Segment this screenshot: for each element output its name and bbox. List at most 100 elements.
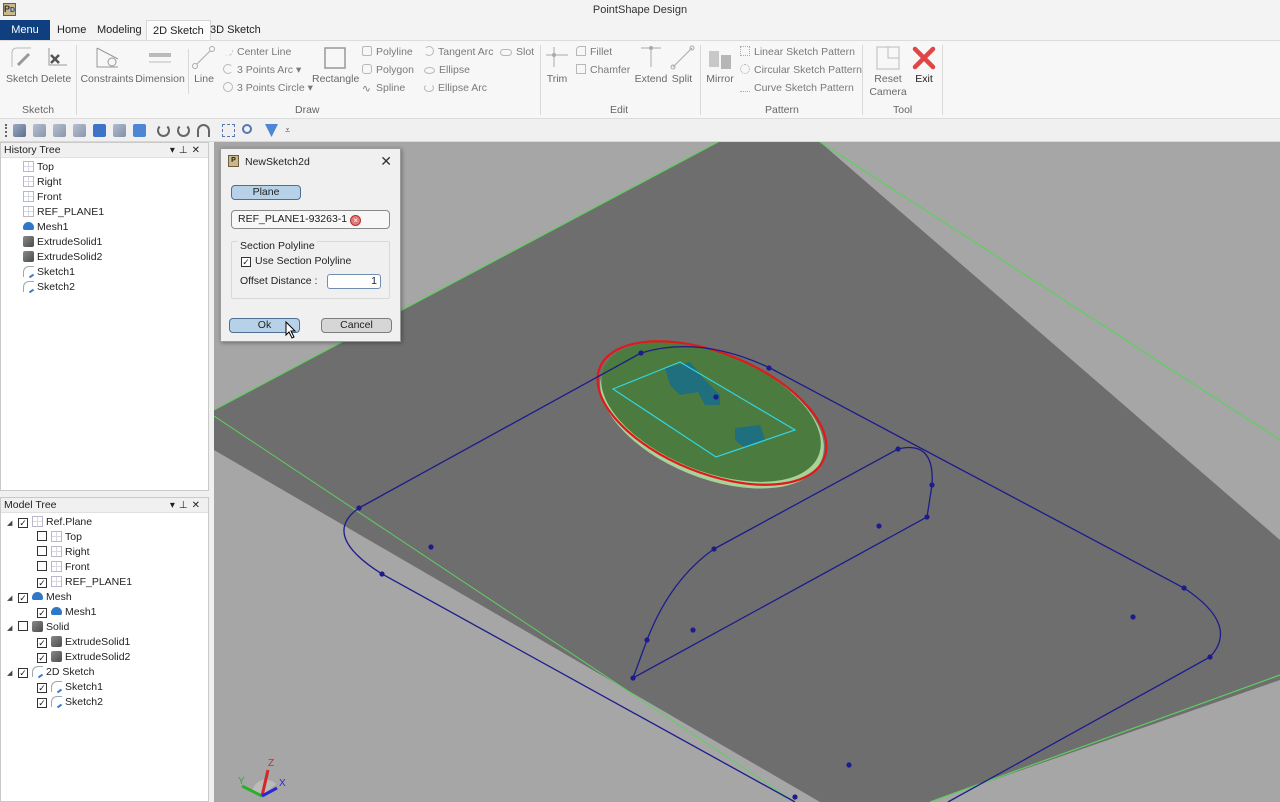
constraints-button[interactable]: Constraints <box>80 45 134 86</box>
sketch-point[interactable] <box>428 544 434 550</box>
toolbar-overflow-icon[interactable]: ⩡ <box>285 125 298 138</box>
dropdown-icon[interactable]: ▾ <box>170 145 179 156</box>
model-tree-item[interactable]: Front <box>37 560 90 575</box>
sketch-point[interactable] <box>846 762 852 768</box>
model-tree-item[interactable]: ◢ Solid <box>7 620 69 635</box>
toolbar-grip[interactable] <box>5 124 8 137</box>
checkbox-checked-icon[interactable]: ✓ <box>241 257 251 267</box>
plane-field[interactable]: REF_PLANE1-93263-1 × <box>231 210 390 229</box>
rotate-cw-icon[interactable] <box>157 124 170 137</box>
zoom-fit-icon[interactable] <box>222 124 235 137</box>
model-tree-item[interactable]: ✓ Sketch2 <box>37 695 103 710</box>
linear-sketch-pattern-button[interactable]: Linear Sketch Pattern <box>740 46 855 59</box>
model-tree-item[interactable]: ✓ ExtrudeSolid1 <box>37 635 130 650</box>
visibility-checkbox[interactable]: ✓ <box>37 608 47 618</box>
history-item[interactable]: Right <box>23 175 62 190</box>
extend-button[interactable]: Extend <box>634 45 668 86</box>
plane-button[interactable]: Plane <box>231 185 301 200</box>
display-mode-icon[interactable] <box>265 124 278 137</box>
visibility-checkbox[interactable]: ✓ <box>18 518 28 528</box>
split-button[interactable]: Split <box>670 45 695 86</box>
model-tree-item[interactable]: ✓ REF_PLANE1 <box>37 575 132 590</box>
circular-sketch-pattern-button[interactable]: Circular Sketch Pattern <box>740 64 862 77</box>
sketch-point[interactable] <box>711 546 717 552</box>
sketch-point[interactable] <box>924 514 930 520</box>
zoom-window-icon[interactable] <box>242 124 252 134</box>
slot-button[interactable]: Slot <box>500 46 534 59</box>
curve-sketch-pattern-button[interactable]: Curve Sketch Pattern <box>740 82 854 95</box>
tab-menu[interactable]: Menu <box>0 20 50 40</box>
sketch-point[interactable] <box>379 571 385 577</box>
visibility-checkbox[interactable]: ✓ <box>37 683 47 693</box>
dimension-button[interactable]: Dimension <box>135 45 185 86</box>
visibility-checkbox[interactable]: ✓ <box>37 653 47 663</box>
visibility-checkbox[interactable] <box>37 531 47 541</box>
sketch-point[interactable] <box>876 523 882 529</box>
close-icon[interactable]: ✕ <box>192 145 204 156</box>
sketch-point[interactable] <box>713 394 719 400</box>
exit-button[interactable]: Exit <box>910 45 938 86</box>
history-item[interactable]: Sketch1 <box>23 265 75 280</box>
sketch-point[interactable] <box>1130 614 1136 620</box>
tab-2d-sketch[interactable]: 2D Sketch <box>146 20 211 40</box>
view-back-icon[interactable] <box>73 124 86 137</box>
sketch-point[interactable] <box>630 675 636 681</box>
sketch-point[interactable] <box>638 350 644 356</box>
dropdown-icon[interactable]: ▾ <box>170 500 179 511</box>
chamfer-button[interactable]: Chamfer <box>576 64 630 77</box>
visibility-checkbox[interactable] <box>18 621 28 631</box>
model-tree-item[interactable]: ◢ ✓ Ref.Plane <box>7 515 92 530</box>
rotate-flip-icon[interactable] <box>197 124 210 137</box>
visibility-checkbox[interactable]: ✓ <box>18 593 28 603</box>
spline-button[interactable]: ∿ Spline <box>362 82 405 95</box>
view-bottom-icon[interactable] <box>33 124 46 137</box>
model-tree-item[interactable]: Top <box>37 530 82 545</box>
polygon-button[interactable]: Polygon <box>362 64 414 77</box>
history-item[interactable]: ExtrudeSolid2 <box>23 250 102 265</box>
visibility-checkbox[interactable]: ✓ <box>37 638 47 648</box>
model-tree-item[interactable]: ✓ Mesh1 <box>37 605 97 620</box>
history-item[interactable]: Sketch2 <box>23 280 75 295</box>
three-points-circle-button[interactable]: 3 Points Circle ▾ <box>223 82 313 95</box>
model-tree-item[interactable]: ✓ Sketch1 <box>37 680 103 695</box>
sketch-point[interactable] <box>1207 654 1213 660</box>
visibility-checkbox[interactable] <box>37 546 47 556</box>
view-right-icon[interactable] <box>113 124 126 137</box>
history-item[interactable]: REF_PLANE1 <box>23 205 104 220</box>
three-points-arc-button[interactable]: 3 Points Arc ▾ <box>223 64 301 77</box>
history-item[interactable]: Top <box>23 160 54 175</box>
pin-icon[interactable]: ⊥ <box>179 500 192 511</box>
reset-camera-button[interactable]: Reset Camera <box>868 45 908 99</box>
center-line-button[interactable]: Center Line <box>220 43 291 59</box>
sketch-point[interactable] <box>1181 585 1187 591</box>
view-left-icon[interactable] <box>93 124 106 137</box>
sketch-point[interactable] <box>644 637 650 643</box>
trim-button[interactable]: Trim <box>544 45 570 86</box>
clear-icon[interactable]: × <box>350 215 362 226</box>
view-iso-icon[interactable] <box>133 124 146 137</box>
offset-distance-input[interactable]: 1 <box>327 274 381 289</box>
view-front-icon[interactable] <box>53 124 66 137</box>
history-item[interactable]: ExtrudeSolid1 <box>23 235 102 250</box>
visibility-checkbox[interactable] <box>37 561 47 571</box>
sketch-point[interactable] <box>690 627 696 633</box>
visibility-checkbox[interactable]: ✓ <box>18 668 28 678</box>
cancel-button[interactable]: Cancel <box>321 318 392 333</box>
view-top-icon[interactable] <box>13 124 26 137</box>
sketch-point[interactable] <box>356 505 362 511</box>
history-item[interactable]: Front <box>23 190 62 205</box>
rotate-ccw-icon[interactable] <box>177 124 190 137</box>
tab-home[interactable]: Home <box>51 20 92 40</box>
ellipse-arc-button[interactable]: Ellipse Arc <box>424 82 487 95</box>
model-tree-item[interactable]: ◢ ✓ Mesh <box>7 590 72 605</box>
sketch-point[interactable] <box>895 446 901 452</box>
model-tree-item[interactable]: ✓ ExtrudeSolid2 <box>37 650 130 665</box>
tangent-arc-button[interactable]: Tangent Arc <box>424 46 493 59</box>
mirror-button[interactable]: Mirror <box>704 45 736 86</box>
model-tree-item[interactable]: ◢ ✓ 2D Sketch <box>7 665 94 680</box>
tab-3d-sketch[interactable]: 3D Sketch <box>204 20 267 40</box>
visibility-checkbox[interactable]: ✓ <box>37 578 47 588</box>
sketch-point[interactable] <box>766 365 772 371</box>
ellipse-button[interactable]: Ellipse <box>424 64 470 77</box>
rectangle-button[interactable]: Rectangle <box>312 45 359 86</box>
